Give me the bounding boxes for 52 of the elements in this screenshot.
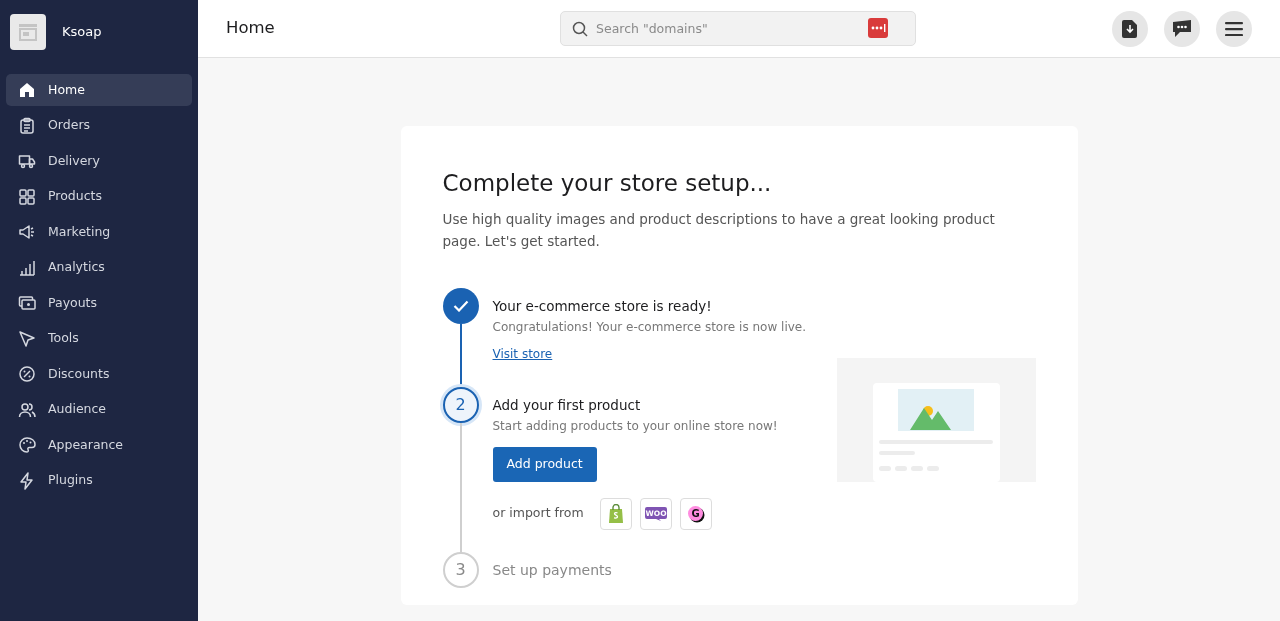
step-number: 2 xyxy=(442,386,479,423)
search-field[interactable]: Search "domains" xyxy=(560,11,916,46)
search-icon xyxy=(572,21,588,37)
sidebar-item[interactable]: Delivery xyxy=(6,145,192,177)
sidebar-item[interactable]: Plugins xyxy=(6,464,192,497)
people-icon xyxy=(18,400,36,419)
download-file-icon xyxy=(1122,19,1138,38)
menu-button[interactable] xyxy=(1216,10,1252,47)
truck-icon xyxy=(18,152,36,170)
page-title: Home xyxy=(226,17,276,40)
step-title: Set up payments xyxy=(492,560,612,580)
shopping-bag-icon xyxy=(607,504,624,524)
feedback-button[interactable] xyxy=(1164,10,1200,47)
setup-description: Use high quality images and product descriptions to have a great looking product page. Let's get started. xyxy=(442,209,996,251)
discount-badge-icon xyxy=(18,365,36,383)
setup-title: Complete your store setup... xyxy=(442,170,773,198)
step-description: Congratulations! Your e-commerce store is now live. xyxy=(492,318,806,336)
home-icon xyxy=(18,81,36,99)
download-button[interactable] xyxy=(1112,10,1148,47)
sidebar-item[interactable]: Appearance xyxy=(6,429,192,461)
store-name: Ksoap xyxy=(62,23,102,42)
import-label: or import from xyxy=(492,504,584,523)
banknote-icon xyxy=(18,294,36,312)
cursor-arrow-icon xyxy=(18,329,36,348)
step-number: 3 xyxy=(442,551,479,588)
menu-icon xyxy=(1225,21,1243,36)
import-source-button[interactable]: G xyxy=(679,497,712,530)
password-manager-icon[interactable] xyxy=(868,18,888,38)
lightning-icon xyxy=(18,471,36,490)
sidebar-item[interactable]: Marketing xyxy=(6,216,192,248)
sidebar-item[interactable]: Products xyxy=(6,180,192,213)
sidebar-item[interactable]: Orders xyxy=(6,109,192,142)
sidebar-item[interactable]: Discounts xyxy=(6,358,192,390)
checkmark-icon xyxy=(452,299,469,312)
step-description: Start adding products to your online store now! xyxy=(492,418,778,436)
visit-store-link[interactable]: Visit store xyxy=(492,344,553,363)
sidebar-item[interactable]: Audience xyxy=(6,393,192,426)
sidebar-item[interactable]: Payouts xyxy=(6,287,192,319)
sidebar-item[interactable]: Analytics xyxy=(6,251,192,284)
megaphone-icon xyxy=(18,223,36,241)
step-title: Your e-commerce store is ready! xyxy=(492,296,713,316)
step-title: Add your first product xyxy=(492,395,642,415)
sidebar-item[interactable]: Tools xyxy=(6,322,192,355)
bar-chart-icon xyxy=(18,258,36,277)
storefront-icon xyxy=(18,23,38,41)
palette-icon xyxy=(18,436,36,454)
chat-bubble-icon xyxy=(1172,19,1192,38)
add-product-button[interactable]: Add product xyxy=(492,447,597,482)
sidebar-item[interactable]: Home xyxy=(6,74,192,106)
g-logo: G xyxy=(686,504,705,523)
clipboard-list-icon xyxy=(18,116,36,135)
grid-icon xyxy=(18,187,36,206)
